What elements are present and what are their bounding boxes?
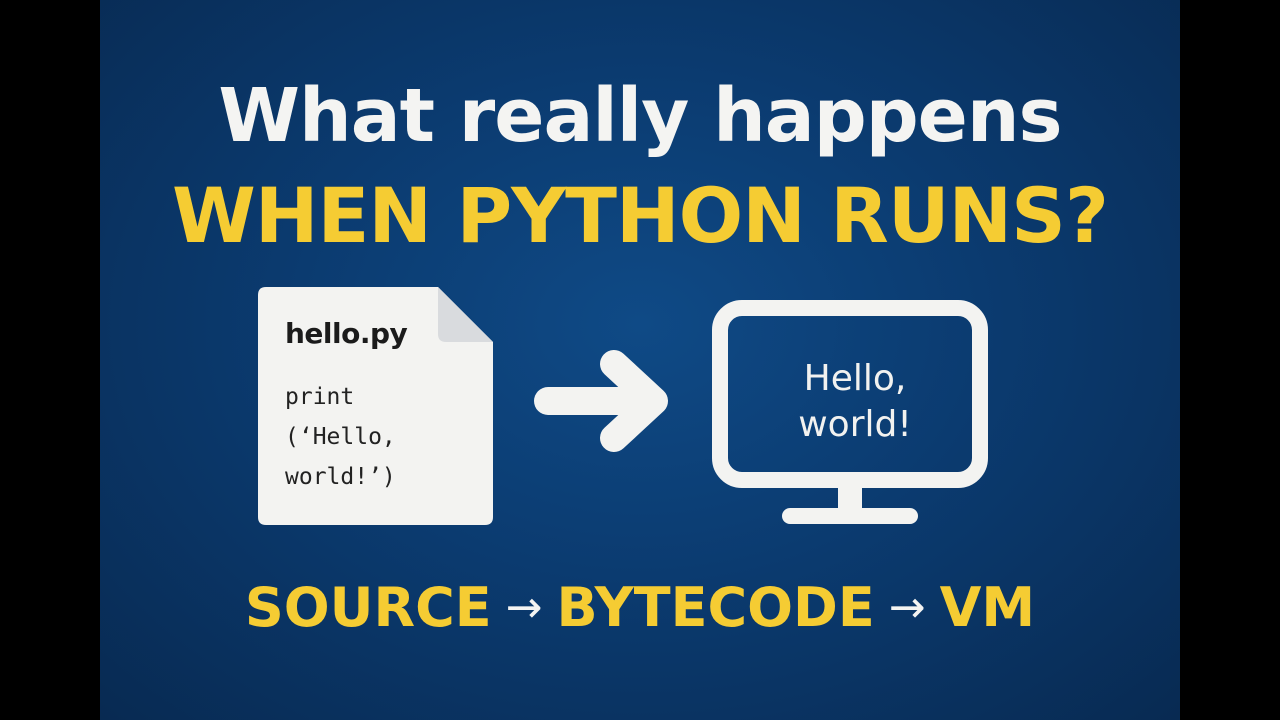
pipeline: SOURCE → BYTECODE → VM xyxy=(100,576,1180,640)
monitor-output-text: Hello, world! xyxy=(798,358,912,445)
document-icon: hello.py print (‘Hello, world!’) xyxy=(258,287,493,525)
file-code: print (‘Hello, world!’) xyxy=(285,384,396,490)
pipeline-step-vm: VM xyxy=(939,576,1036,639)
pipeline-step-source: SOURCE xyxy=(244,576,492,639)
pipeline-arrow-2: → xyxy=(888,582,926,633)
thumbnail-frame: What really happens WHEN PYTHON RUNS? he… xyxy=(100,0,1180,720)
pipeline-step-bytecode: BYTECODE xyxy=(556,576,875,639)
file-name: hello.py xyxy=(285,317,408,350)
pipeline-arrow-1: → xyxy=(505,582,543,633)
arrow-right-icon xyxy=(534,350,668,452)
title-line-1: What really happens xyxy=(218,73,1062,159)
monitor-output: Hello, world! xyxy=(730,356,980,448)
title-line-2: WHEN PYTHON RUNS? xyxy=(172,171,1109,260)
